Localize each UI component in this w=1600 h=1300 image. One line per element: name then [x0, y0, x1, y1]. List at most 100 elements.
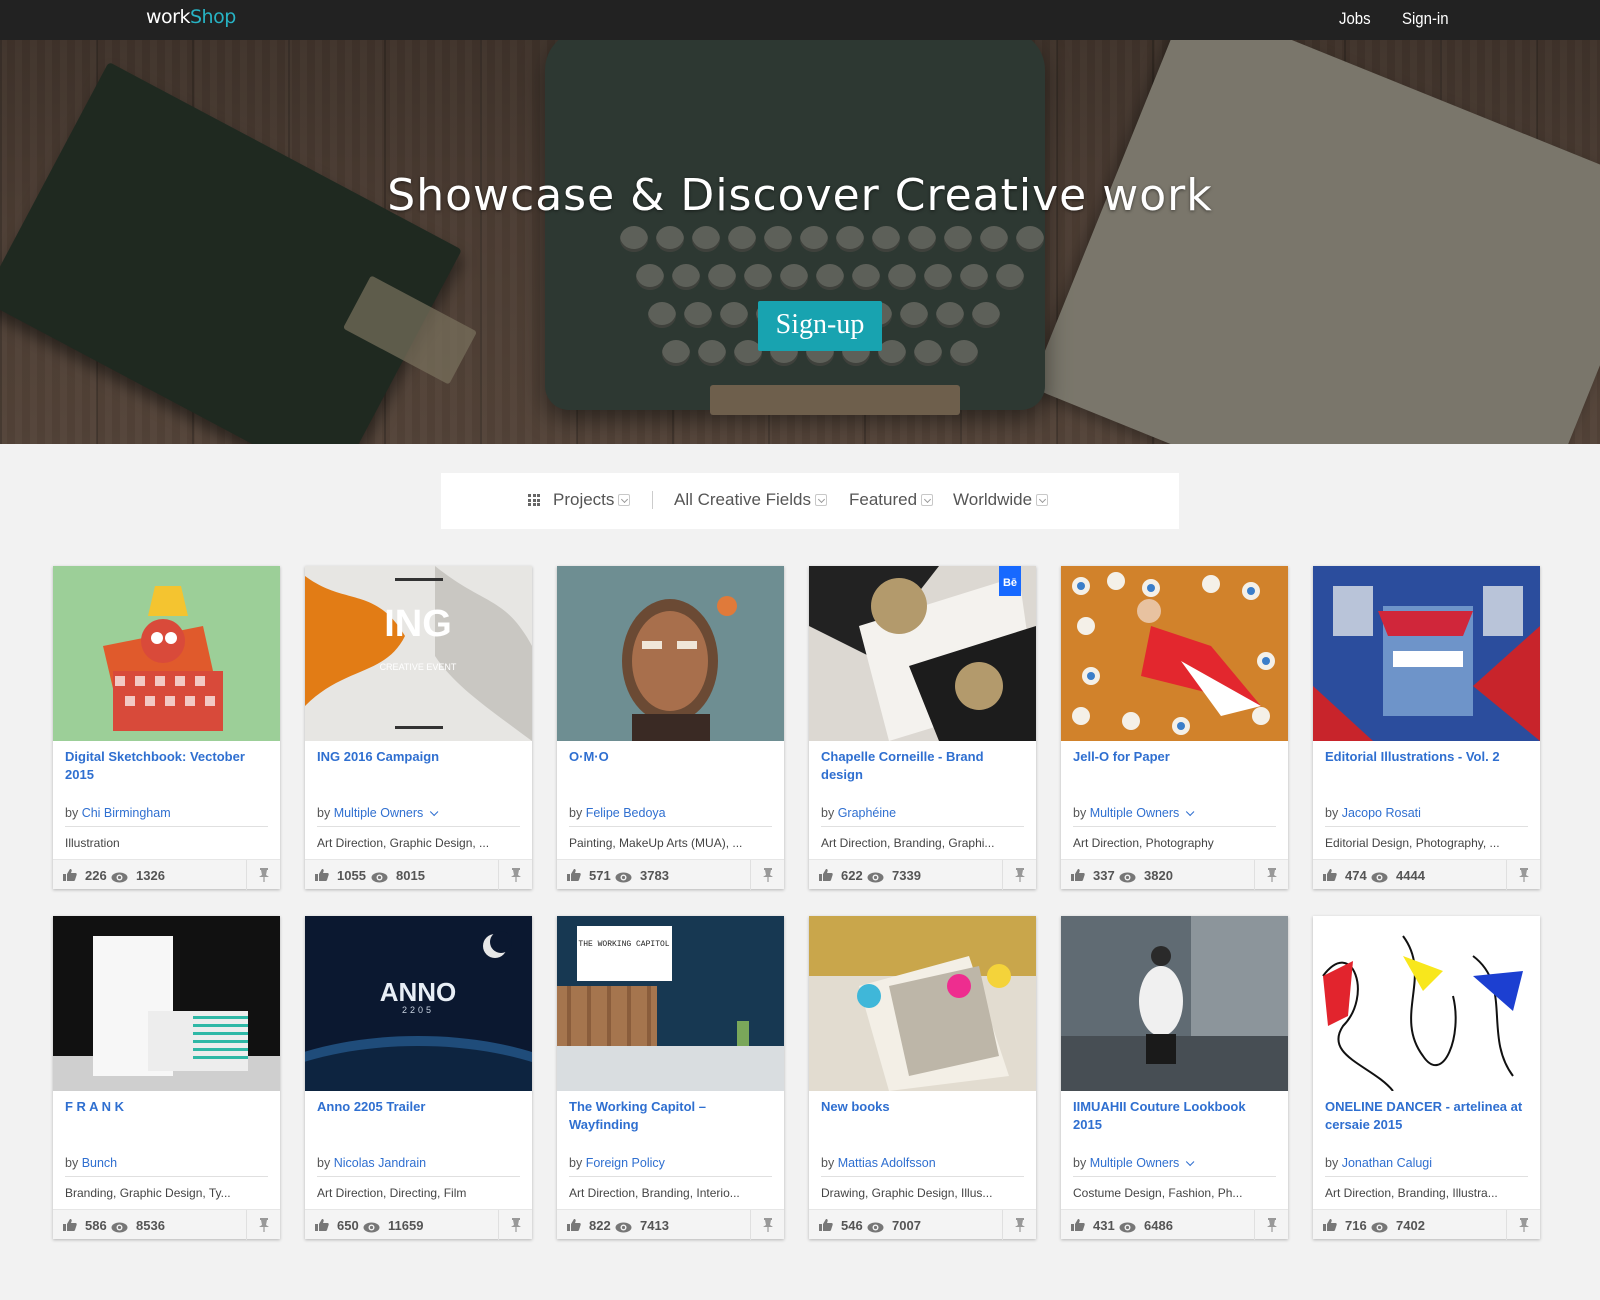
project-fields[interactable]: Art Direction, Branding, Interio...: [569, 1186, 774, 1200]
project-owner: by Jonathan Calugi: [1325, 1156, 1432, 1170]
appreciate-button[interactable]: [1506, 860, 1540, 890]
project-card[interactable]: Editorial Illustrations - Vol. 2 by Jacop…: [1313, 566, 1540, 890]
project-fields[interactable]: Art Direction, Graphic Design, ...: [317, 836, 522, 850]
appreciate-button[interactable]: [750, 860, 784, 890]
chevron-down-icon: [815, 494, 827, 506]
creative-fields-dropdown[interactable]: All Creative Fields: [674, 490, 827, 510]
like-count: 431: [1093, 1218, 1115, 1233]
project-thumbnail[interactable]: ANNO 2205: [305, 916, 532, 1091]
owner-name-link[interactable]: Felipe Bedoya: [586, 806, 666, 820]
project-fields[interactable]: Art Direction, Branding, Graphi...: [821, 836, 1026, 850]
owner-name-link[interactable]: Bunch: [82, 1156, 117, 1170]
owners-dropdown-icon[interactable]: [430, 807, 439, 817]
project-fields[interactable]: Art Direction, Branding, Illustra...: [1325, 1186, 1530, 1200]
appreciate-button[interactable]: [246, 860, 280, 890]
appreciate-button[interactable]: [1254, 1210, 1288, 1240]
project-thumbnail[interactable]: [557, 566, 784, 741]
project-stats: 650 11659: [305, 1209, 532, 1240]
project-fields[interactable]: Art Direction, Photography: [1073, 836, 1278, 850]
project-title[interactable]: O·M·O: [569, 748, 774, 766]
working-capitol-sign: THE WORKING CAPITOL: [578, 940, 669, 949]
owners-dropdown-icon[interactable]: [1186, 807, 1195, 817]
project-thumbnail[interactable]: [53, 566, 280, 741]
project-card[interactable]: New books by Mattias Adolfsson Drawing, Gr…: [809, 916, 1036, 1240]
owner-name-link[interactable]: Nicolas Jandrain: [334, 1156, 426, 1170]
project-title[interactable]: F R A N K: [65, 1098, 270, 1116]
project-fields[interactable]: Costume Design, Fashion, Ph...: [1073, 1186, 1278, 1200]
project-thumbnail[interactable]: [53, 916, 280, 1091]
project-card[interactable]: Jell-O for Paper by Multiple Owners Art Di…: [1061, 566, 1288, 890]
project-title[interactable]: New books: [821, 1098, 1026, 1116]
project-card[interactable]: O·M·O by Felipe Bedoya Painting, MakeUp Ar…: [557, 566, 784, 890]
project-card[interactable]: Bē Chapelle Corneille - Brand design by Gr…: [809, 566, 1036, 890]
owner-name-link[interactable]: Multiple Owners: [334, 806, 424, 820]
project-fields[interactable]: Editorial Design, Photography, ...: [1325, 836, 1530, 850]
project-thumbnail[interactable]: [809, 916, 1036, 1091]
owner-name-link[interactable]: Foreign Policy: [586, 1156, 665, 1170]
owner-by-label: by: [1325, 1156, 1339, 1170]
eye-icon: [1119, 870, 1136, 883]
appreciate-button[interactable]: [1254, 860, 1288, 890]
appreciate-button[interactable]: [1506, 1210, 1540, 1240]
project-fields[interactable]: Drawing, Graphic Design, Illus...: [821, 1186, 1026, 1200]
project-thumbnail[interactable]: [1313, 566, 1540, 741]
appreciate-button[interactable]: [750, 1210, 784, 1240]
project-stats: 822 7413: [557, 1209, 784, 1240]
owner-name-link[interactable]: Graphéine: [838, 806, 896, 820]
workshop-logo[interactable]: workShop: [146, 6, 236, 28]
nav-jobs-link[interactable]: Jobs: [1339, 9, 1371, 29]
project-title[interactable]: Anno 2205 Trailer: [317, 1098, 522, 1116]
project-thumbnail[interactable]: [1061, 916, 1288, 1091]
project-title[interactable]: Editorial Illustrations - Vol. 2: [1325, 748, 1530, 766]
owner-name-link[interactable]: Chi Birmingham: [82, 806, 171, 820]
owner-name-link[interactable]: Mattias Adolfsson: [838, 1156, 936, 1170]
project-title[interactable]: Digital Sketchbook: Vectober 2015: [65, 748, 270, 784]
project-fields[interactable]: Art Direction, Directing, Film: [317, 1186, 522, 1200]
owner-name-link[interactable]: Multiple Owners: [1090, 1156, 1180, 1170]
project-stats: 337 3820: [1061, 859, 1288, 890]
project-thumbnail[interactable]: [1313, 916, 1540, 1091]
project-fields[interactable]: Illustration: [65, 836, 270, 850]
project-title[interactable]: ING 2016 Campaign: [317, 748, 522, 766]
eye-icon: [1371, 1220, 1388, 1233]
project-fields[interactable]: Branding, Graphic Design, Ty...: [65, 1186, 270, 1200]
project-card[interactable]: IIMUAHII Couture Lookbook 2015 by Multipl…: [1061, 916, 1288, 1240]
like-count: 716: [1345, 1218, 1367, 1233]
project-owner: by Nicolas Jandrain: [317, 1156, 426, 1170]
project-card[interactable]: ANNO 2205 Anno 2205 Trailer by Nicolas Jand…: [305, 916, 532, 1240]
appreciate-button[interactable]: [246, 1210, 280, 1240]
owner-name-link[interactable]: Jonathan Calugi: [1342, 1156, 1432, 1170]
project-title[interactable]: IIMUAHII Couture Lookbook 2015: [1073, 1098, 1278, 1134]
owners-dropdown-icon[interactable]: [1186, 1157, 1195, 1167]
project-thumbnail[interactable]: THE WORKING CAPITOL: [557, 916, 784, 1091]
project-owner: by Graphéine: [821, 806, 896, 820]
project-card[interactable]: Digital Sketchbook: Vectober 2015 by Chi …: [53, 566, 280, 890]
appreciate-button[interactable]: [1002, 1210, 1036, 1240]
appreciate-button[interactable]: [1002, 860, 1036, 890]
owner-name-link[interactable]: Multiple Owners: [1090, 806, 1180, 820]
signup-button[interactable]: Sign-up: [758, 301, 882, 351]
project-title[interactable]: ONELINE DANCER - artelinea at cersaie 20…: [1325, 1098, 1530, 1134]
project-owner: by Bunch: [65, 1156, 117, 1170]
project-thumbnail[interactable]: ING CREATIVE EVENT: [305, 566, 532, 741]
project-card[interactable]: THE WORKING CAPITOL The Working Capitol –…: [557, 916, 784, 1240]
project-owner: by Foreign Policy: [569, 1156, 665, 1170]
project-owner: by Multiple Owners: [1073, 806, 1195, 820]
project-card[interactable]: F R A N K by Bunch Branding, Graphic Desig…: [53, 916, 280, 1240]
project-title[interactable]: Chapelle Corneille - Brand design: [821, 748, 1026, 784]
nav-signin-link[interactable]: Sign-in: [1402, 9, 1449, 29]
project-title[interactable]: Jell-O for Paper: [1073, 748, 1278, 766]
appreciate-button[interactable]: [498, 1210, 532, 1240]
owner-name-link[interactable]: Jacopo Rosati: [1342, 806, 1421, 820]
worldwide-dropdown[interactable]: Worldwide: [953, 490, 1049, 510]
project-thumbnail[interactable]: [1061, 566, 1288, 741]
appreciate-button[interactable]: [498, 860, 532, 890]
project-thumbnail[interactable]: Bē: [809, 566, 1036, 741]
project-card[interactable]: ING CREATIVE EVENT ING 2016 Campaign by Mul…: [305, 566, 532, 890]
featured-dropdown[interactable]: Featured: [849, 490, 934, 510]
project-fields[interactable]: Painting, MakeUp Arts (MUA), ...: [569, 836, 774, 850]
project-card[interactable]: ONELINE DANCER - artelinea at cersaie 20…: [1313, 916, 1540, 1240]
projects-filter-dropdown[interactable]: Projects: [553, 490, 631, 510]
eye-icon: [111, 870, 128, 883]
project-title[interactable]: The Working Capitol – Wayfinding: [569, 1098, 774, 1134]
